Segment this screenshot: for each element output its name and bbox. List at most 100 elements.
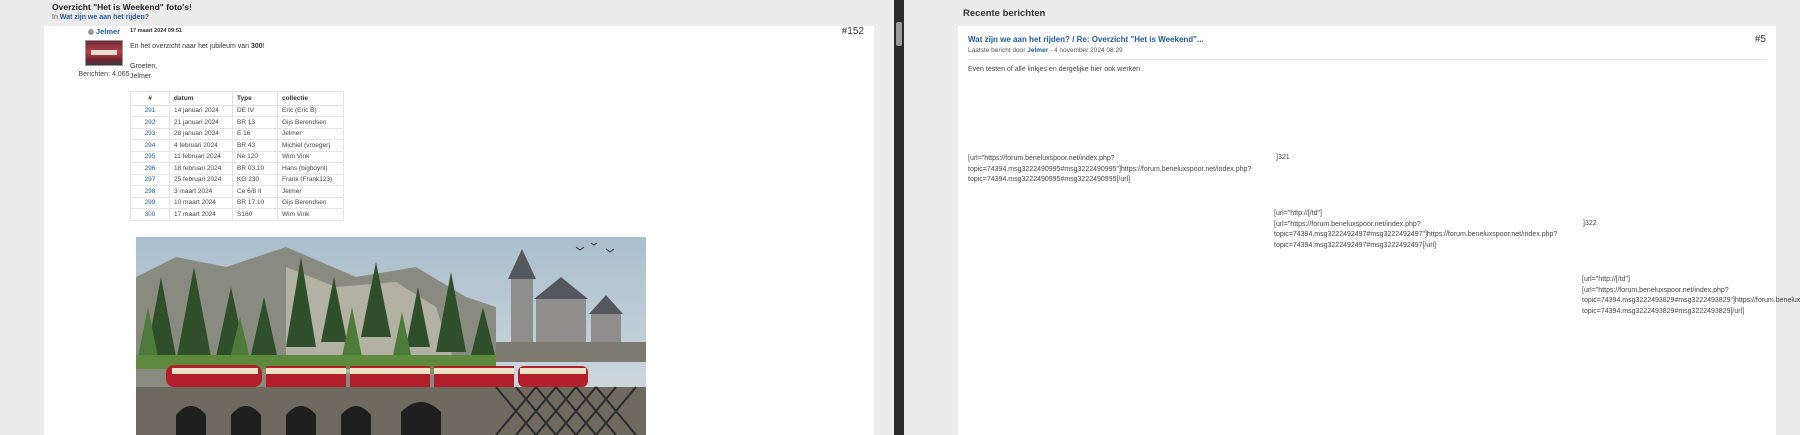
- offline-status-icon: [87, 29, 94, 35]
- table-row: 299 10 maart 2024 BR 17.10 Gijs Berendsen: [130, 196, 344, 209]
- board-link[interactable]: Wat zijn we aan het rijden?: [60, 14, 149, 21]
- table-row: 293 28 januari 2024 E 16 Jelmer: [130, 127, 344, 140]
- row-type: S160: [232, 208, 278, 221]
- row-collection: Michiel (vroeger): [277, 139, 344, 152]
- row-collection: Jelmer: [277, 185, 344, 198]
- recent-post-card: Wat zijn we aan het rijden? / Re: Overzi…: [958, 26, 1800, 435]
- post-number-link[interactable]: #152: [842, 26, 864, 37]
- url-index-321: ]321: [1276, 154, 1290, 161]
- table-row: 291 14 januari 2024 DE IV Eric (Eric B): [130, 104, 344, 117]
- meta-prefix: Laatste bericht door: [968, 47, 1026, 54]
- post-date: 17 maart 2024 09:51: [130, 28, 182, 34]
- recent-heading: Recente berichten: [963, 8, 1046, 19]
- row-collection: Gijs Berendsen: [277, 116, 344, 129]
- table-row: 294 4 februari 2024 BR 43 Michiel (vroeger): [130, 139, 344, 152]
- recent-post-text: Even testen of alle linkjes en dergelijk…: [968, 66, 1144, 73]
- post-body: En het overzicht naar het jubileum van 3…: [130, 42, 265, 82]
- row-collection: Wim Vink: [277, 208, 344, 221]
- row-type: BR 17.10: [232, 196, 278, 209]
- col-type: Type: [232, 91, 278, 106]
- forum-post: Jelmer Berichten: 4.065 17 maart 2024 09…: [44, 26, 874, 435]
- meta-date: - 4 november 2024 08:29: [1048, 47, 1123, 54]
- table-header-row: # datum Type collectie: [130, 91, 344, 106]
- row-type: BR 43: [232, 139, 278, 152]
- row-collection: Gijs Berendsen: [277, 196, 344, 209]
- row-date: 18 februari 2024: [169, 162, 233, 175]
- row-type: E 16: [232, 127, 278, 140]
- row-number-link[interactable]: 293: [145, 130, 156, 137]
- col-number: #: [130, 91, 170, 106]
- window-divider[interactable]: [894, 0, 904, 435]
- row-number-link[interactable]: 292: [145, 119, 156, 126]
- url-line: topic=74394.msg3222492497#msg3222492497[…: [1274, 241, 1437, 249]
- row-number-link[interactable]: 296: [145, 165, 156, 172]
- row-date: 28 januari 2024: [169, 127, 233, 140]
- post-text-suffix: !: [262, 43, 265, 50]
- url-line: topic=74394.msg3222493829#msg3222493829[…: [1582, 307, 1745, 315]
- row-type: BR 13: [232, 116, 278, 129]
- row-type: Ce 6/8 II: [232, 185, 278, 198]
- url-line: [url="https://forum.beneluxspoor.net/ind…: [968, 155, 1115, 162]
- row-number-link[interactable]: 295: [145, 153, 156, 160]
- topic-header: Overzicht "Het is Weekend" foto's! In Wa…: [52, 2, 192, 21]
- url-line: topic=74394.msg3222490995#msg3222490995[…: [968, 176, 1131, 183]
- col-date: datum: [169, 91, 233, 106]
- divider-line: [968, 59, 1766, 60]
- post-signature: Jelmer: [130, 73, 152, 80]
- row-number-link[interactable]: 294: [145, 142, 156, 149]
- row-date: 21 januari 2024: [169, 116, 233, 129]
- table-row: 292 21 januari 2024 BR 13 Gijs Berendsen: [130, 116, 344, 129]
- url-index-322: ]322: [1583, 220, 1597, 227]
- row-collection: Eric (Eric B): [277, 104, 344, 117]
- row-number-link[interactable]: 300: [145, 211, 156, 218]
- row-type: Ne 120: [232, 150, 278, 163]
- row-collection: Jelmer: [277, 127, 344, 140]
- post-greeting: Groeten,: [130, 63, 158, 70]
- recent-post-number[interactable]: #5: [1755, 34, 1766, 45]
- row-type: BR 03.10: [232, 162, 278, 175]
- url-block-2: [url="http://[/td"] [url="https://forum.…: [1274, 209, 1557, 251]
- jubilee-table: # datum Type collectie 291 14 januari 202…: [130, 91, 344, 221]
- row-date: 3 maart 2024: [169, 185, 233, 198]
- row-number-link[interactable]: 291: [145, 107, 156, 114]
- topic-title: Overzicht "Het is Weekend" foto's!: [52, 2, 192, 12]
- row-number-link[interactable]: 297: [145, 176, 156, 183]
- author-name-link[interactable]: Jelmer: [96, 27, 120, 36]
- url-line: [url="https://forum.beneluxspoor.net/ind…: [1274, 220, 1421, 228]
- left-forum-panel: Overzicht "Het is Weekend" foto's! In Wa…: [0, 0, 894, 435]
- url-line: [url="http://[/td"]: [1274, 210, 1322, 217]
- recent-post-meta: Laatste bericht door Jelmer - 4 november…: [968, 47, 1123, 54]
- row-date: 4 februari 2024: [169, 139, 233, 152]
- post-text-prefix: En het overzicht naar het jubileum van: [130, 43, 252, 50]
- table-row: 297 25 februari 2024 KG 230 Frank (Frank123…: [130, 173, 344, 186]
- meta-author-link[interactable]: Jelmer: [1027, 47, 1048, 54]
- avatar: [85, 40, 123, 66]
- recent-post-title-link[interactable]: Wat zijn we aan het rijden? / Re: Overzi…: [968, 35, 1204, 44]
- url-line: topic=74394.msg3222493829#msg3222493829"…: [1582, 297, 1800, 304]
- table-row: 298 3 maart 2024 Ce 6/8 II Jelmer: [130, 185, 344, 198]
- row-date: 17 maart 2024: [169, 208, 233, 221]
- row-number-link[interactable]: 299: [145, 199, 156, 206]
- row-type: KG 230: [232, 173, 278, 186]
- row-number-link[interactable]: 298: [145, 188, 156, 195]
- col-collection: collectie: [277, 91, 344, 106]
- scrollbar-thumb[interactable]: [896, 22, 902, 46]
- row-date: 11 februari 2024: [169, 150, 233, 163]
- table-row: 296 18 februari 2024 BR 03.10 Hans (bigboyn…: [130, 162, 344, 175]
- table-row: 300 17 maart 2024 S160 Wim Vink: [130, 208, 344, 221]
- row-collection: Frank (Frank123): [277, 173, 344, 186]
- url-line: topic=74394.msg3222492497#msg3222492497"…: [1274, 231, 1558, 238]
- row-date: 14 januari 2024: [169, 104, 233, 117]
- topic-board: In Wat zijn we aan het rijden?: [52, 14, 192, 21]
- row-collection: Wim Vink: [277, 150, 344, 163]
- table-row: 295 11 februari 2024 Ne 120 Wim Vink: [130, 150, 344, 163]
- url-block-1: [url="https://forum.beneluxspoor.net/ind…: [968, 154, 1251, 186]
- url-line: topic=74394.msg3222490995#msg3222490995"…: [968, 165, 1252, 173]
- url-line: [url="http://[/td"]: [1582, 276, 1630, 283]
- url-line: [url="https://forum.beneluxspoor.net/ind…: [1582, 286, 1729, 294]
- row-date: 25 februari 2024: [169, 173, 233, 186]
- row-collection: Hans (bigboynl): [277, 162, 344, 175]
- row-date: 10 maart 2024: [169, 196, 233, 209]
- right-recent-panel: Recente berichten Wat zijn we aan het ri…: [904, 0, 1800, 435]
- model-railway-photo: [136, 237, 646, 435]
